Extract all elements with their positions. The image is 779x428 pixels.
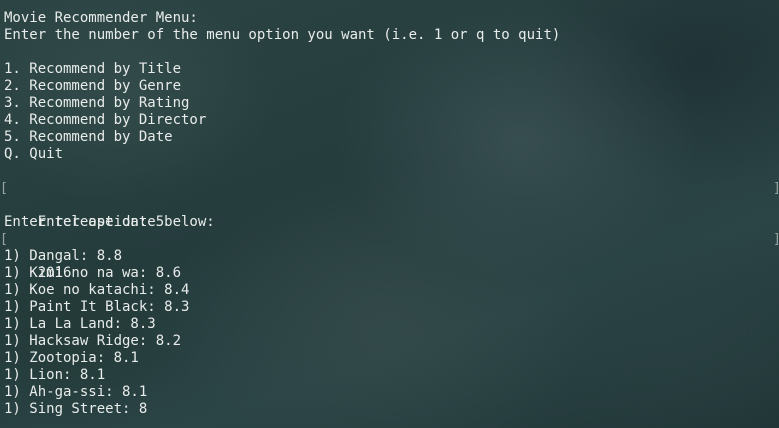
terminal-window[interactable]: Movie Recommender Menu: Enter the number… <box>0 0 779 428</box>
menu-item-date: 5. Recommend by Date <box>4 129 173 145</box>
menu-item-quit: Q. Quit <box>4 146 64 162</box>
menu-item-title: 1. Recommend by Title <box>4 61 182 77</box>
date-input-line[interactable]: [ 2016 ] <box>0 231 779 281</box>
result-item: 1) Ah-ga-ssi: 8.1 <box>4 384 148 400</box>
mark-right: ] <box>773 180 779 197</box>
menu-item-director: 4. Recommend by Director <box>4 112 207 128</box>
result-item: 1) Kimi no na wa: 8.6 <box>4 265 182 281</box>
date-prompt: Enter release date below: <box>4 214 215 230</box>
result-item: 1) Paint It Black: 8.3 <box>4 299 190 315</box>
result-item: 1) Koe no katachi: 8.4 <box>4 282 190 298</box>
menu-instruction: Enter the number of the menu option you … <box>4 27 561 43</box>
result-item: 1) La La Land: 8.3 <box>4 316 156 332</box>
menu-title: Movie Recommender Menu: <box>4 10 198 26</box>
option-prompt-line[interactable]: [ Enter option: 5 ] <box>0 180 779 230</box>
menu-item-genre: 2. Recommend by Genre <box>4 78 182 94</box>
result-item: 1) Lion: 8.1 <box>4 367 106 383</box>
mark-left: [ <box>0 232 8 247</box>
mark-left: [ <box>0 181 8 196</box>
result-item: 1) Zootopia: 8.1 <box>4 350 139 366</box>
mark-right: ] <box>773 231 779 248</box>
menu-item-rating: 3. Recommend by Rating <box>4 95 190 111</box>
result-item: 1) Hacksaw Ridge: 8.2 <box>4 333 182 349</box>
result-item: 1) Sing Street: 8 <box>4 401 148 417</box>
result-item: 1) Dangal: 8.8 <box>4 248 123 264</box>
